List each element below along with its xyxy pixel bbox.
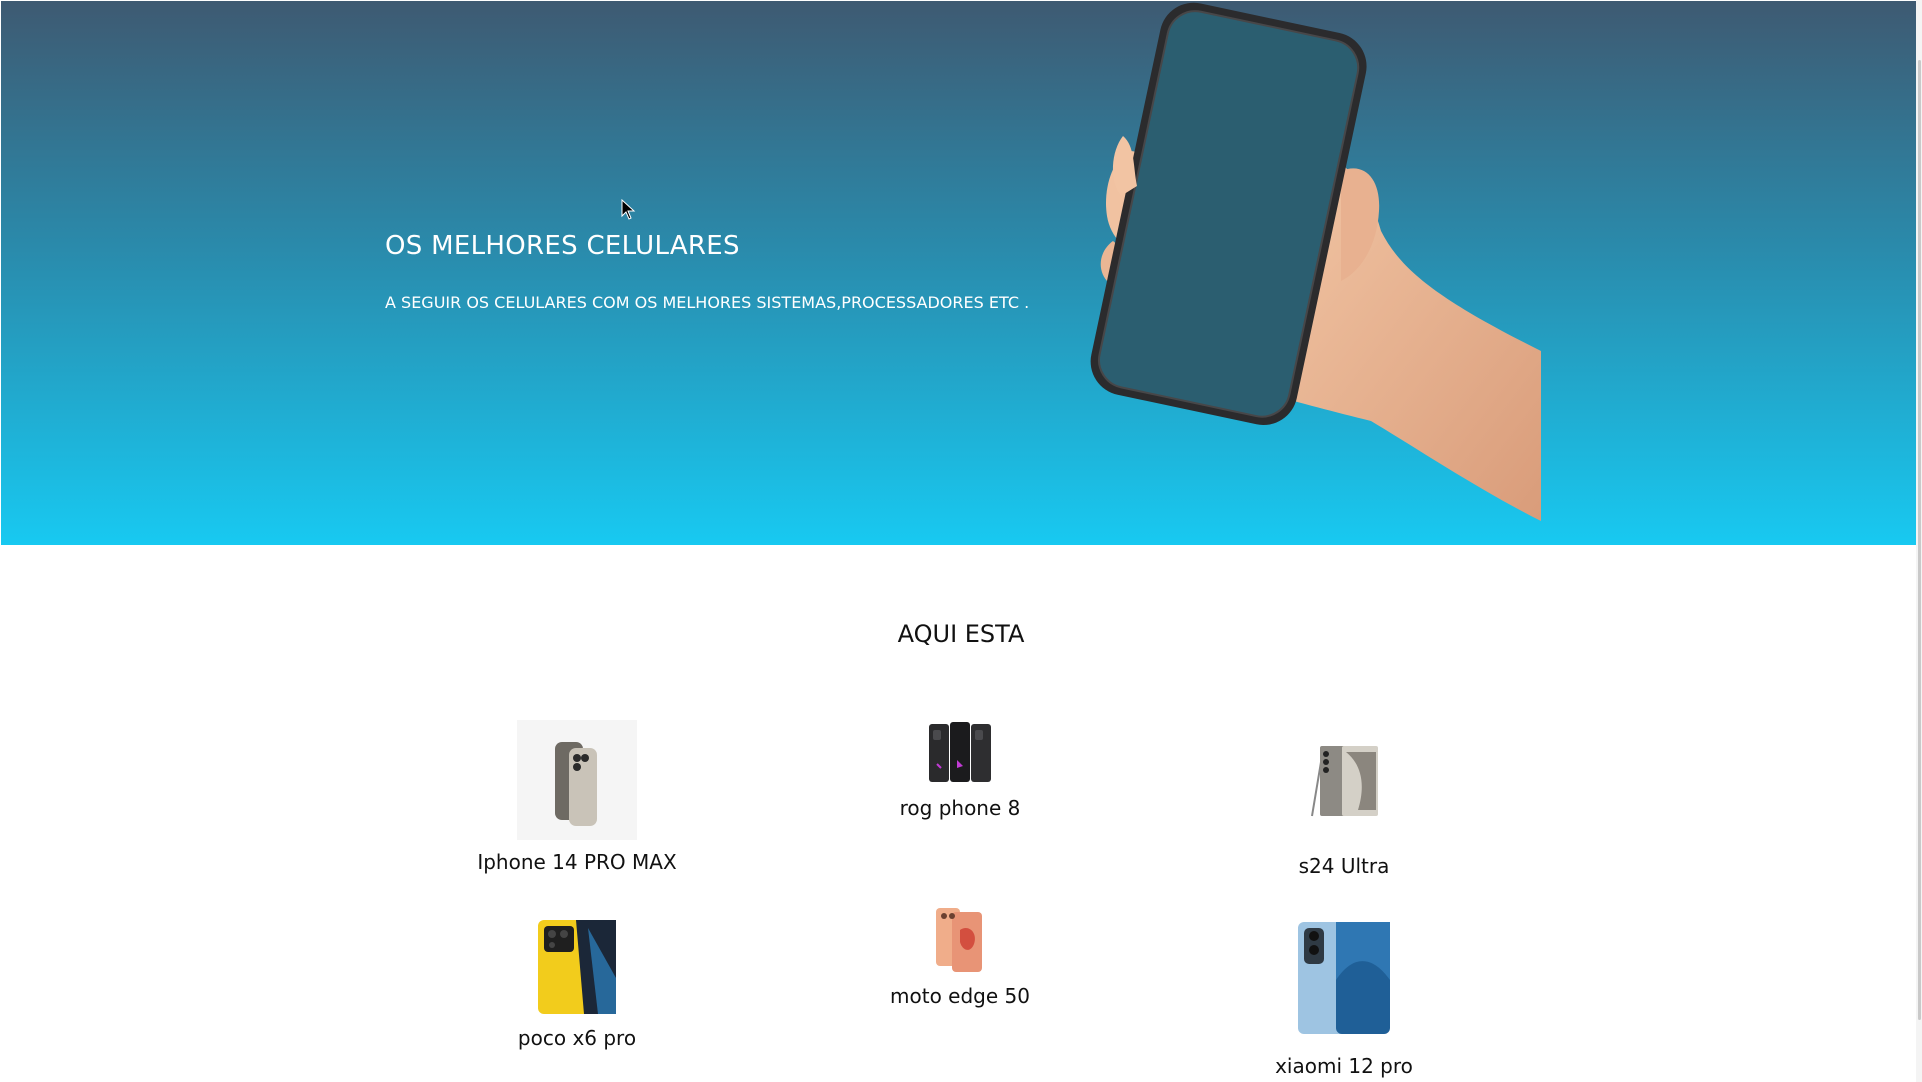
hand-holding-phone-image bbox=[1090, 2, 1541, 521]
hero-subtitle: A SEGUIR OS CELULARES COM OS MELHORES SI… bbox=[385, 293, 1030, 312]
moto-edge-image bbox=[936, 908, 982, 972]
xiaomi-12-pro-image bbox=[1298, 922, 1390, 1034]
product-name[interactable]: rog phone 8 bbox=[900, 796, 1021, 820]
mouse-cursor-icon bbox=[621, 199, 636, 220]
product-name[interactable]: moto edge 50 bbox=[890, 984, 1030, 1008]
product-name[interactable]: s24 Ultra bbox=[1299, 854, 1390, 878]
product-card-poco[interactable]: poco x6 pro bbox=[427, 918, 727, 1050]
poco-x6-image bbox=[538, 920, 616, 1014]
product-name[interactable]: Iphone 14 PRO MAX bbox=[477, 850, 676, 874]
rog-phone-image bbox=[929, 722, 991, 782]
scrollbar-thumb[interactable] bbox=[1918, 60, 1921, 1020]
product-card-iphone[interactable]: Iphone 14 PRO MAX bbox=[427, 720, 727, 874]
hero-banner: OS MELHORES CELULARES A SEGUIR OS CELULA… bbox=[1, 1, 1921, 545]
page: OS MELHORES CELULARES A SEGUIR OS CELULA… bbox=[0, 0, 1922, 1082]
product-card-rog[interactable]: rog phone 8 bbox=[810, 720, 1110, 820]
page-scrollbar[interactable] bbox=[1916, 0, 1922, 1082]
product-card-s24[interactable]: s24 Ultra bbox=[1194, 744, 1494, 878]
product-card-moto[interactable]: moto edge 50 bbox=[810, 906, 1110, 1008]
s24-ultra-image bbox=[1311, 746, 1378, 817]
hero-title: OS MELHORES CELULARES bbox=[385, 231, 740, 261]
product-card-xiaomi[interactable]: xiaomi 12 pro bbox=[1194, 920, 1494, 1078]
iphone-image bbox=[517, 720, 637, 840]
product-name[interactable]: xiaomi 12 pro bbox=[1275, 1054, 1413, 1078]
products-heading: AQUI ESTA bbox=[897, 620, 1025, 648]
product-name[interactable]: poco x6 pro bbox=[518, 1026, 636, 1050]
